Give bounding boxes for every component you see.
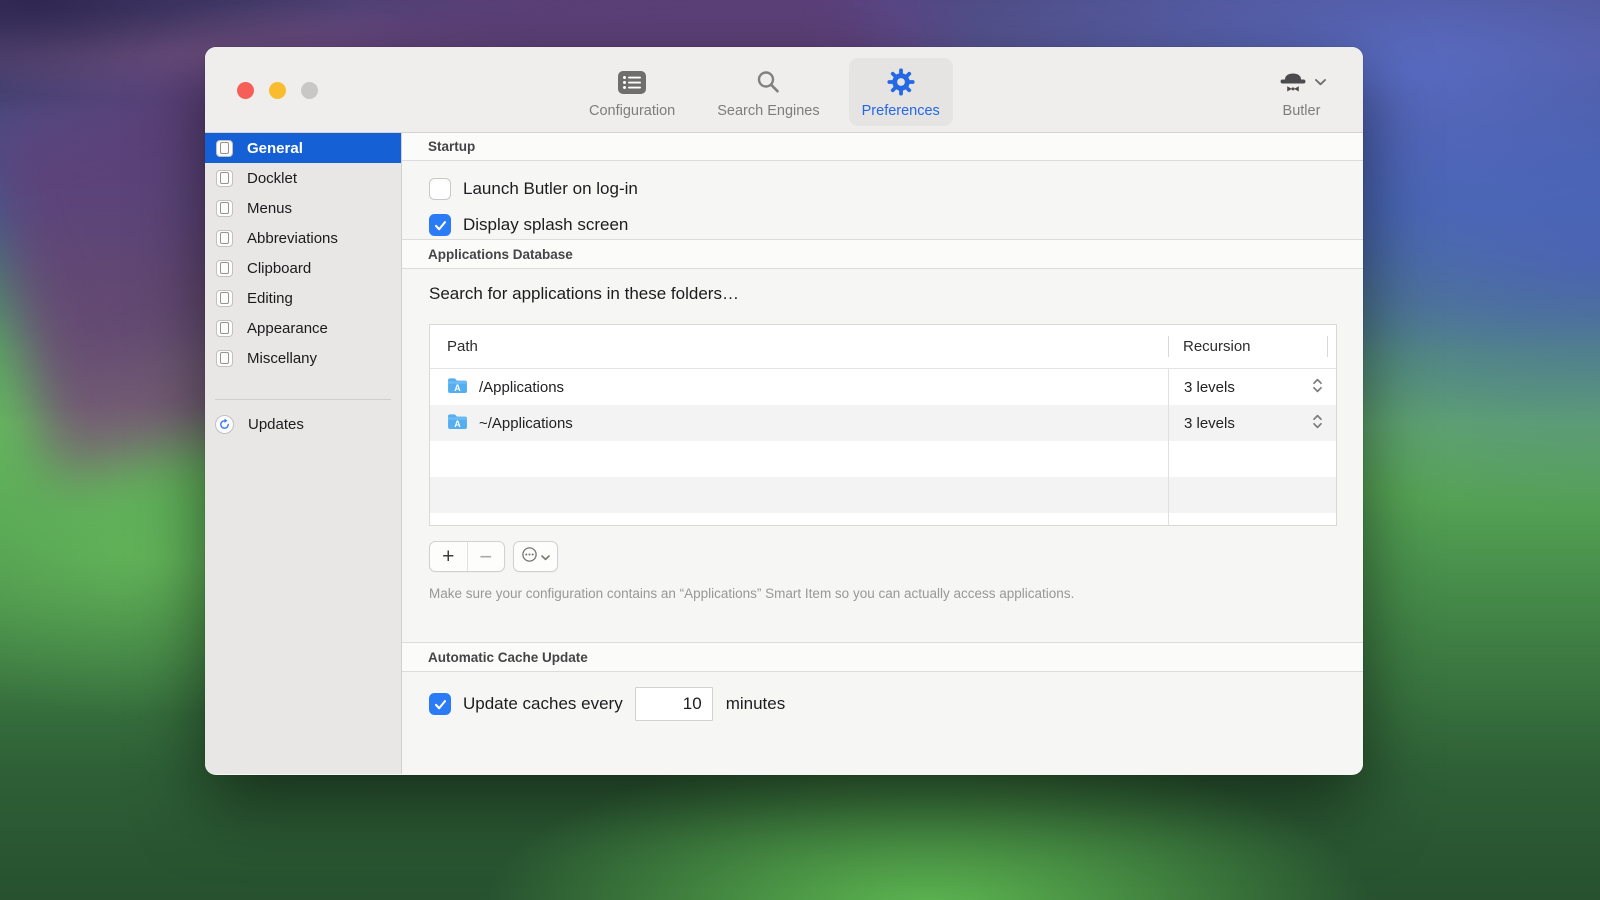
add-remove-segment: + − xyxy=(429,541,505,572)
sidebar-item-abbreviations[interactable]: Abbreviations xyxy=(205,223,401,253)
checkbox-label: Launch Butler on log-in xyxy=(463,179,638,199)
pane-icon xyxy=(216,290,233,307)
section-header-applications-database: Applications Database xyxy=(402,239,1363,269)
butler-preferences-window: Configuration Search Engines xyxy=(205,47,1363,775)
table-edit-buttons: + − xyxy=(429,541,1363,572)
recursion-popup[interactable]: 3 levels xyxy=(1168,405,1336,441)
sidebar-item-menus[interactable]: Menus xyxy=(205,193,401,223)
section-header-label: Startup xyxy=(428,139,475,154)
sidebar-item-appearance[interactable]: Appearance xyxy=(205,313,401,343)
sidebar-item-docklet[interactable]: Docklet xyxy=(205,163,401,193)
toolbar-center-items: Configuration Search Engines xyxy=(576,58,953,126)
table-header: Path Recursion xyxy=(430,325,1336,369)
smart-item-note: Make sure your configuration contains an… xyxy=(429,586,1363,603)
chevron-down-icon xyxy=(541,548,550,566)
empty-table-row xyxy=(430,477,1336,513)
toolbar-item-label: Search Engines xyxy=(717,103,819,119)
add-folder-button[interactable]: + xyxy=(430,542,467,571)
recursion-value: 3 levels xyxy=(1184,379,1235,396)
column-header-label: Recursion xyxy=(1183,338,1251,355)
checkbox-label: Display splash screen xyxy=(463,215,628,235)
pane-icon xyxy=(216,200,233,217)
toolbar-item-search-engines[interactable]: Search Engines xyxy=(704,58,832,126)
sidebar-item-updates[interactable]: Updates xyxy=(205,409,401,439)
minutes-label: minutes xyxy=(726,694,786,714)
section-header-startup: Startup xyxy=(402,133,1363,161)
pane-icon xyxy=(216,170,233,187)
toolbar-item-configuration[interactable]: Configuration xyxy=(576,58,688,126)
toolbar-item-label: Configuration xyxy=(589,103,675,119)
recursion-popup[interactable]: 3 levels xyxy=(1168,369,1336,405)
gear-icon xyxy=(886,66,916,98)
pane-icon xyxy=(216,140,233,157)
stepper-icon xyxy=(1313,414,1322,433)
path-cell: /Applications xyxy=(479,379,564,396)
launch-on-login-row: Launch Butler on log-in xyxy=(429,175,1363,203)
display-splash-checkbox[interactable] xyxy=(429,214,451,236)
sidebar-item-clipboard[interactable]: Clipboard xyxy=(205,253,401,283)
sidebar-item-label: Menus xyxy=(247,200,292,217)
sidebar-item-label: Updates xyxy=(248,416,304,433)
traffic-lights xyxy=(237,82,318,99)
chevron-down-icon xyxy=(1315,73,1326,91)
table-row[interactable]: A ~/Applications 3 levels xyxy=(430,405,1336,441)
empty-table-row xyxy=(430,441,1336,477)
toolbar-item-label: Butler xyxy=(1283,103,1321,119)
column-header-recursion[interactable]: Recursion xyxy=(1168,325,1336,368)
more-options-button[interactable] xyxy=(513,541,558,572)
interval-input[interactable] xyxy=(635,687,713,721)
list-icon xyxy=(617,66,647,98)
toolbar-item-preferences[interactable]: Preferences xyxy=(849,58,953,126)
recursion-value: 3 levels xyxy=(1184,415,1235,432)
section-header-automatic-cache-update: Automatic Cache Update xyxy=(402,642,1363,672)
sidebar-item-label: Clipboard xyxy=(247,260,311,277)
pane-icon xyxy=(216,350,233,367)
path-cell: ~/Applications xyxy=(479,415,573,432)
toolbar-item-label: Preferences xyxy=(862,103,940,119)
stepper-icon xyxy=(1313,378,1322,397)
cache-update-row: Update caches every minutes xyxy=(429,687,1363,721)
search-icon xyxy=(755,66,781,98)
pane-icon xyxy=(216,260,233,277)
section-header-label: Applications Database xyxy=(428,247,573,262)
preferences-sidebar: General Docklet Menus Abbreviations Clip… xyxy=(205,133,402,774)
launch-on-login-checkbox[interactable] xyxy=(429,178,451,200)
folders-prompt: Search for applications in these folders… xyxy=(429,284,1363,308)
svg-text:A: A xyxy=(454,382,461,392)
applications-folder-icon: A xyxy=(447,413,468,434)
sidebar-divider xyxy=(215,399,391,400)
section-header-label: Automatic Cache Update xyxy=(428,650,588,665)
pane-icon xyxy=(216,230,233,247)
sidebar-item-label: Appearance xyxy=(247,320,328,337)
ellipsis-circle-icon xyxy=(521,546,538,568)
toolbar-item-butler-menu[interactable]: Butler xyxy=(1264,58,1339,126)
close-button[interactable] xyxy=(237,82,254,99)
empty-table-row xyxy=(430,513,1336,525)
sidebar-item-label: Miscellany xyxy=(247,350,317,367)
general-pane: Startup Launch Butler on log-in xyxy=(402,133,1363,774)
toolbar: Configuration Search Engines xyxy=(205,47,1363,133)
zoom-window-button[interactable] xyxy=(301,82,318,99)
sidebar-item-label: Abbreviations xyxy=(247,230,338,247)
applications-folder-icon: A xyxy=(447,377,468,398)
minimize-button[interactable] xyxy=(269,82,286,99)
butler-hat-icon xyxy=(1277,65,1309,100)
pane-icon xyxy=(216,320,233,337)
update-caches-checkbox[interactable] xyxy=(429,693,451,715)
column-header-path[interactable]: Path xyxy=(430,338,1168,355)
sidebar-item-miscellany[interactable]: Miscellany xyxy=(205,343,401,373)
table-row[interactable]: A /Applications 3 levels xyxy=(430,369,1336,405)
toolbar-right-items: Butler xyxy=(1264,58,1339,126)
remove-folder-button[interactable]: − xyxy=(467,542,505,571)
sidebar-item-label: Editing xyxy=(247,290,293,307)
refresh-icon xyxy=(215,415,234,434)
checkbox-label: Update caches every xyxy=(463,694,623,714)
sidebar-item-editing[interactable]: Editing xyxy=(205,283,401,313)
sidebar-item-label: General xyxy=(247,140,303,157)
folders-table: Path Recursion A / xyxy=(429,324,1337,526)
svg-text:A: A xyxy=(454,418,461,428)
sidebar-item-label: Docklet xyxy=(247,170,297,187)
display-splash-row: Display splash screen xyxy=(429,211,1363,239)
sidebar-item-general[interactable]: General xyxy=(205,133,401,163)
